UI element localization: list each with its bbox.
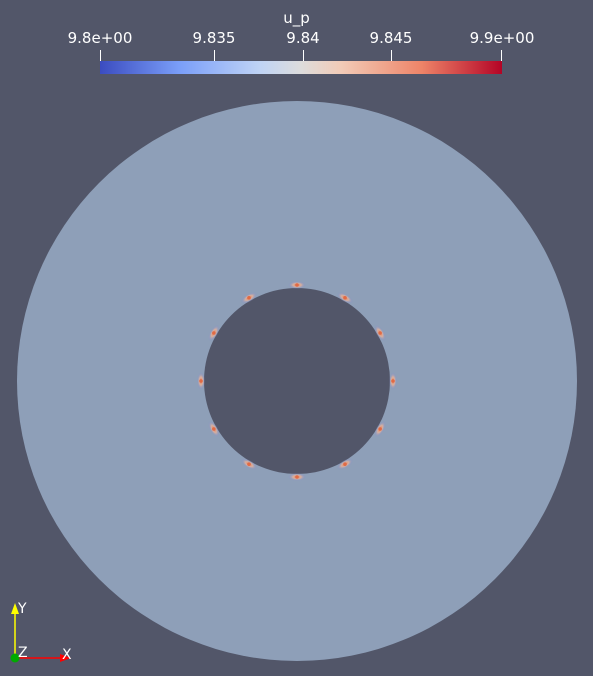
hotspot-core — [378, 331, 382, 335]
colorbar-tick-2 — [303, 50, 304, 61]
colorbar-title: u_p — [283, 9, 310, 27]
hotspot-core — [247, 462, 251, 466]
colorbar-tick-min — [100, 50, 101, 61]
colorbar-tick-max — [501, 50, 502, 61]
hotspot-core — [343, 462, 347, 466]
hotspot-core — [295, 475, 299, 479]
hotspot-core — [212, 331, 216, 335]
colorbar-label-1: 9.835 — [192, 29, 236, 47]
render-viewport[interactable] — [0, 0, 593, 676]
colorbar-label-max: 9.9e+00 — [469, 29, 535, 47]
annulus-hole — [204, 288, 390, 474]
x-axis-label: X — [62, 647, 72, 663]
colorbar-label-3: 9.845 — [369, 29, 413, 47]
hotspot-core — [295, 283, 299, 287]
hotspot-core — [378, 427, 382, 431]
hotspot-core — [343, 296, 347, 300]
colorbar-label-2: 9.84 — [286, 29, 320, 47]
hotspot-core — [212, 427, 216, 431]
y-axis-label: Y — [18, 601, 27, 617]
colorbar-tick-3 — [391, 50, 392, 61]
colorbar-gradient — [100, 61, 502, 74]
colorbar-tick-1 — [214, 50, 215, 61]
hotspot-core — [199, 379, 203, 383]
hotspot-core — [247, 296, 251, 300]
colorbar-label-min: 9.8e+00 — [67, 29, 133, 47]
hotspot-core — [391, 379, 395, 383]
z-axis-label: Z — [18, 645, 28, 661]
